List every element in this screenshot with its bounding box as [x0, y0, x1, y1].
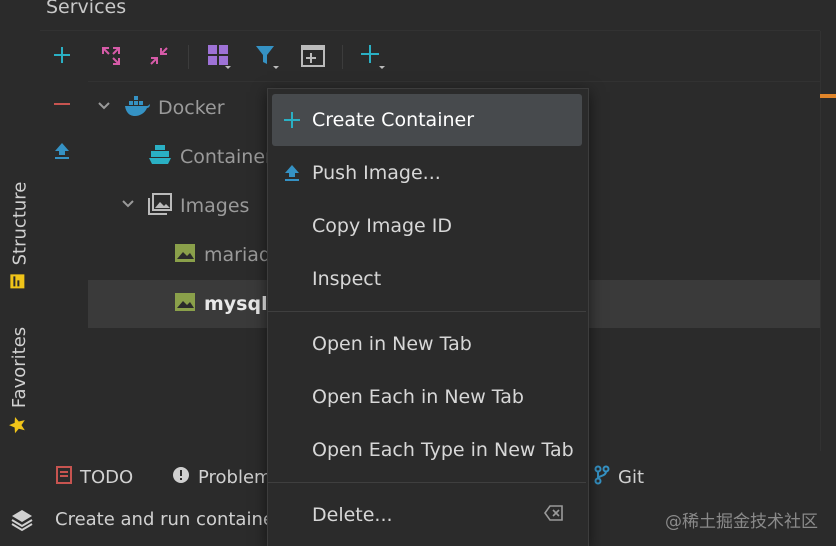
- menu-item-label: Inspect: [312, 268, 382, 290]
- image-icon: [174, 243, 196, 268]
- menu-item-open-in-new-tab[interactable]: Open in New Tab: [272, 318, 582, 370]
- menu-item-create-container[interactable]: Create Container: [272, 94, 582, 146]
- add-icon: [54, 47, 70, 63]
- menu-item-open-each-in-new-tab[interactable]: Open Each in New Tab: [272, 371, 582, 423]
- menu-separator: [268, 482, 586, 483]
- git-tab[interactable]: Git: [594, 455, 644, 499]
- menu-separator: [268, 311, 586, 312]
- docker-icon: [124, 95, 150, 122]
- layers-icon[interactable]: [10, 508, 34, 536]
- structure-tab[interactable]: Structure: [0, 175, 40, 295]
- new-tab-icon: [301, 45, 325, 67]
- remove-button[interactable]: [50, 92, 74, 116]
- todo-icon: [56, 465, 72, 489]
- chevron-down-icon: [120, 195, 136, 217]
- structure-icon: [10, 273, 31, 289]
- new-tab-button[interactable]: [298, 41, 328, 71]
- push-button[interactable]: [50, 139, 74, 163]
- git-icon: [594, 465, 610, 490]
- git-tab-label: Git: [618, 466, 645, 488]
- menu-item-push-image[interactable]: Push Image...: [272, 147, 582, 199]
- tree-row-label: Docker: [158, 97, 225, 119]
- push-icon: [272, 164, 312, 182]
- menu-item-inspect[interactable]: Inspect: [272, 253, 582, 305]
- push-icon: [55, 143, 69, 159]
- backspace-icon: [544, 504, 564, 526]
- star-icon: [9, 416, 32, 434]
- collapse-all-icon: [150, 47, 168, 65]
- add-service-icon: [361, 45, 385, 69]
- todo-tab[interactable]: TODO: [56, 455, 133, 499]
- images-icon: [148, 192, 172, 220]
- structure-tab-label: Structure: [9, 181, 31, 265]
- expand-all-icon: [102, 47, 120, 65]
- add-service-button[interactable]: [358, 41, 388, 71]
- container-icon: [148, 144, 172, 171]
- problems-tab[interactable]: Problems: [172, 455, 281, 499]
- tree-row-label: Images: [180, 195, 250, 217]
- remove-icon: [54, 103, 70, 105]
- menu-item-label: Create Container: [312, 109, 475, 131]
- favorites-tab-label: Favorites: [9, 326, 31, 408]
- status-text: Create and run container: [55, 509, 282, 530]
- menu-item-label: Open Each in New Tab: [312, 386, 524, 408]
- group-by-icon: [208, 45, 231, 69]
- menu-item-label: Open Each Type in New Tab: [312, 439, 574, 461]
- menu-item-label: Copy Image ID: [312, 215, 453, 237]
- filter-button[interactable]: [252, 41, 282, 71]
- right-accent-marker: [820, 94, 836, 98]
- plus-icon: [272, 111, 312, 129]
- favorites-tab[interactable]: Favorites: [0, 320, 40, 440]
- tree-row-label: mysql:: [204, 293, 276, 315]
- menu-item-delete[interactable]: Delete...: [272, 489, 582, 541]
- filter-icon: [256, 46, 279, 69]
- expand-all-button[interactable]: [96, 41, 126, 71]
- context-menu: Create Container Push Image... Copy Imag…: [267, 88, 589, 546]
- toolbar-separator: [188, 45, 189, 69]
- services-toolbar: [88, 31, 820, 82]
- problems-icon: [172, 466, 190, 489]
- toolbar-separator: [342, 45, 343, 69]
- menu-item-copy-image-id[interactable]: Copy Image ID: [272, 200, 582, 252]
- menu-item-open-each-type-in-new-tab[interactable]: Open Each Type in New Tab: [272, 424, 582, 476]
- services-side-actions: [40, 31, 88, 451]
- image-icon: [174, 292, 196, 317]
- add-button[interactable]: [50, 43, 74, 67]
- menu-item-label: Push Image...: [312, 162, 441, 184]
- chevron-down-icon: [96, 97, 112, 119]
- menu-item-label: Delete...: [312, 504, 393, 526]
- left-tool-strip: Structure Favorites: [0, 0, 40, 500]
- services-panel-title: Services: [46, 0, 127, 18]
- watermark: @稀土掘金技术社区: [665, 512, 818, 532]
- todo-tab-label: TODO: [80, 466, 134, 488]
- collapse-all-button[interactable]: [144, 41, 174, 71]
- menu-item-label: Open in New Tab: [312, 333, 472, 355]
- group-by-button[interactable]: [204, 41, 234, 71]
